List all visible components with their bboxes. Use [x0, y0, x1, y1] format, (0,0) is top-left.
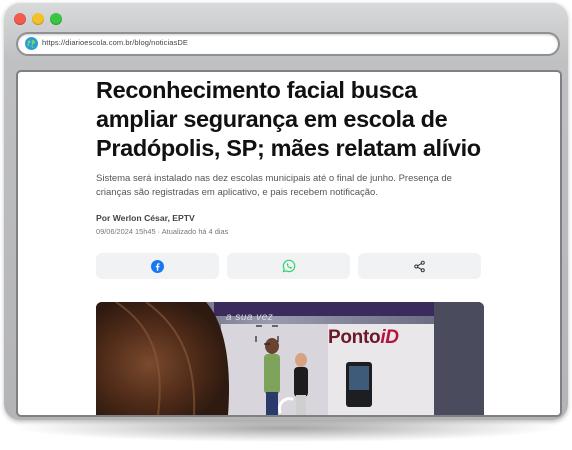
article-summary: Sistema será instalado nas dez escolas m… — [96, 173, 452, 198]
minimize-window-button[interactable] — [32, 13, 44, 25]
photo-banner-text: a sua vez — [226, 312, 274, 323]
facebook-icon — [151, 259, 164, 273]
brand-suffix: iD — [380, 327, 399, 348]
address-bar[interactable]: https://diarioescola.com.br/blog/noticia… — [18, 34, 558, 54]
close-window-button[interactable] — [14, 13, 26, 25]
article-timestamp: 09/06/2024 15h45 · Atualizado há 4 dias — [96, 227, 229, 236]
maximize-window-button[interactable] — [50, 13, 62, 25]
facebook-share-button[interactable] — [96, 253, 219, 279]
globe-icon — [25, 37, 38, 50]
window-controls — [14, 13, 62, 25]
whatsapp-share-button[interactable] — [227, 253, 350, 279]
brand-prefix: Ponto — [328, 327, 381, 348]
url-text[interactable]: https://diarioescola.com.br/blog/noticia… — [42, 38, 188, 47]
generic-share-button[interactable] — [358, 253, 481, 279]
page-viewport: Reconhecimento facial busca ampliar segu… — [18, 72, 560, 415]
photo-scene — [96, 302, 484, 415]
share-icon — [414, 260, 425, 272]
article-author[interactable]: Por Werlon César, EPTV — [96, 213, 195, 223]
article-hero-image: a sua vez PontoiD — [96, 302, 484, 415]
browser-window: https://diarioescola.com.br/blog/noticia… — [4, 2, 568, 420]
whatsapp-icon — [282, 259, 295, 273]
photo-brand-logo: PontoiD — [328, 327, 399, 349]
share-bar — [96, 253, 484, 279]
article-headline: Reconhecimento facial busca ampliar segu… — [96, 77, 481, 161]
